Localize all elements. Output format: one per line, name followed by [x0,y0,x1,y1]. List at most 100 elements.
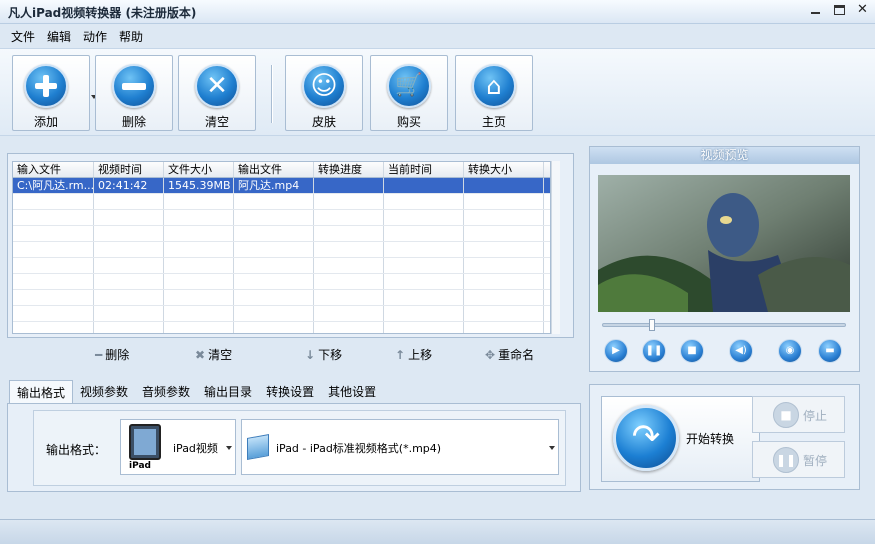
rename-label: 重命名 [498,348,535,362]
delete-button[interactable]: 删除 [95,55,173,131]
start-arrow-icon: ↷ [613,405,679,471]
status-bar [0,519,875,544]
seek-thumb[interactable] [649,319,655,331]
col-progress[interactable]: 转换进度 [314,162,384,177]
tab-output-format[interactable]: 输出格式 [9,380,74,404]
play-icon[interactable]: ▶ [604,339,628,363]
pause-icon[interactable]: ❚❚ [642,339,666,363]
window-controls: ✕ [810,3,869,16]
device-select[interactable]: iPad iPad视频 [120,419,236,475]
tab-convert-settings[interactable]: 转换设置 [259,380,321,404]
table-scrollbar[interactable] [551,161,560,334]
tab-video-params[interactable]: 视频参数 [73,380,135,404]
rename-button[interactable]: ✥ 重命名 [485,346,534,363]
format-select[interactable]: iPad - iPad标准视频格式(*.mp4) [241,419,559,475]
col-converted-size[interactable]: 转换大小 [464,162,544,177]
format-name: iPad - iPad标准视频格式(*.mp4) [276,442,442,455]
list-actions: ━ 删除 ✖ 清空 ↓ 下移 ↑ 上移 ✥ 重命名 [0,346,580,366]
move-down-button[interactable]: ↓ 下移 [305,346,342,363]
cell-current-time [384,178,464,193]
skin-label: 皮肤 [311,115,336,129]
pause-icon: ❚❚ [773,447,799,473]
move-down-label: 下移 [318,348,343,362]
close-icon: ✖ [195,347,206,362]
table-row [13,274,550,290]
list-delete-button[interactable]: ━ 删除 [95,346,129,363]
file-table[interactable]: 输入文件 视频时间 文件大小 输出文件 转换进度 当前时间 转换大小 C:\阿凡… [12,161,551,334]
arrow-down-icon: ↓ [305,347,316,362]
buy-label: 购买 [396,115,421,129]
output-format-panel: 输出格式： iPad iPad视频 iPad - iPad标准视频格式(*.mp… [7,403,581,492]
add-button[interactable]: 添加 [12,55,97,131]
delete-icon [112,64,156,108]
clear-label: 清空 [204,115,229,129]
device-name: iPad视频 [173,442,218,455]
chevron-down-icon [549,446,555,450]
start-convert-button[interactable]: ↷ 开始转换 [601,396,760,482]
col-video-time[interactable]: 视频时间 [94,162,164,177]
table-row [13,226,550,242]
menu-edit[interactable]: 编辑 [42,26,76,46]
col-output-file[interactable]: 输出文件 [234,162,314,177]
home-icon: ⌂ [472,64,516,108]
smile-icon: ☺ [302,64,346,108]
toolbar: 添加 删除 ✕ 清空 ☺ 皮肤 🛒 购买 ⌂ 主页 [0,48,875,136]
cell-input-file: C:\阿凡达.rm... [13,178,94,193]
menu-file[interactable]: 文件 [6,26,40,46]
maximize-button[interactable] [834,5,845,15]
home-label: 主页 [481,115,506,129]
cell-progress [314,178,384,193]
table-row [13,258,550,274]
menu-action[interactable]: 动作 [78,26,112,46]
folder-icon[interactable]: ▬ [818,339,842,363]
clear-button[interactable]: ✕ 清空 [178,55,256,131]
col-current-time[interactable]: 当前时间 [384,162,464,177]
window-title: 凡人iPad视频转换器 (未注册版本) [8,6,197,20]
menu-bar: 文件 编辑 动作 帮助 [0,26,148,46]
table-row [13,322,550,333]
buy-button[interactable]: 🛒 购买 [370,55,448,131]
cell-output-file: 阿凡达.mp4 [234,178,314,193]
toolbar-separator [271,65,273,123]
menu-help[interactable]: 帮助 [114,26,148,46]
pause-button[interactable]: ❚❚ 暂停 [752,441,845,478]
table-row [13,194,550,210]
tab-other-settings[interactable]: 其他设置 [321,380,383,404]
chevron-down-icon [226,446,232,450]
seek-slider[interactable] [602,319,846,331]
video-preview-panel: 视频预览 ▶ ❚❚ ■ ◀) ◉ ▬ [589,146,860,372]
close-button[interactable]: ✕ [857,3,869,16]
move-up-button[interactable]: ↑ 上移 [395,346,432,363]
clear-icon: ✕ [195,64,239,108]
preview-title: 视频预览 [590,147,859,164]
col-file-size[interactable]: 文件大小 [164,162,234,177]
add-label: 添加 [33,115,58,129]
list-delete-label: 删除 [105,348,130,362]
table-row[interactable]: C:\阿凡达.rm... 02:41:42 1545.39MB 阿凡达.mp4 [13,178,550,194]
pause-label: 暂停 [803,454,828,468]
table-row [13,290,550,306]
ipad-icon [129,424,161,460]
list-clear-label: 清空 [208,348,233,362]
list-clear-button[interactable]: ✖ 清空 [195,346,232,363]
output-format-group: 输出格式： iPad iPad视频 iPad - iPad标准视频格式(*.mp… [33,410,566,486]
tab-output-dir[interactable]: 输出目录 [197,380,259,404]
stop-button[interactable]: ■ 停止 [752,396,845,433]
delete-label: 删除 [121,115,146,129]
table-header: 输入文件 视频时间 文件大小 输出文件 转换进度 当前时间 转换大小 [13,162,550,178]
title-bar: 凡人iPad视频转换器 (未注册版本) ✕ [0,0,875,24]
move-icon: ✥ [485,347,496,362]
skin-button[interactable]: ☺ 皮肤 [285,55,363,131]
arrow-up-icon: ↑ [395,347,406,362]
minimize-button[interactable] [810,4,822,16]
tab-audio-params[interactable]: 音频参数 [135,380,197,404]
snapshot-icon[interactable]: ◉ [778,339,802,363]
volume-icon[interactable]: ◀) [729,339,753,363]
convert-panel: ↷ 开始转换 ■ 停止 ❚❚ 暂停 [589,384,860,490]
table-row [13,242,550,258]
format-box-icon [247,434,269,460]
col-input-file[interactable]: 输入文件 [13,162,94,177]
ipad-caption: iPad [129,461,151,471]
home-button[interactable]: ⌂ 主页 [455,55,533,131]
stop-icon[interactable]: ■ [680,339,704,363]
